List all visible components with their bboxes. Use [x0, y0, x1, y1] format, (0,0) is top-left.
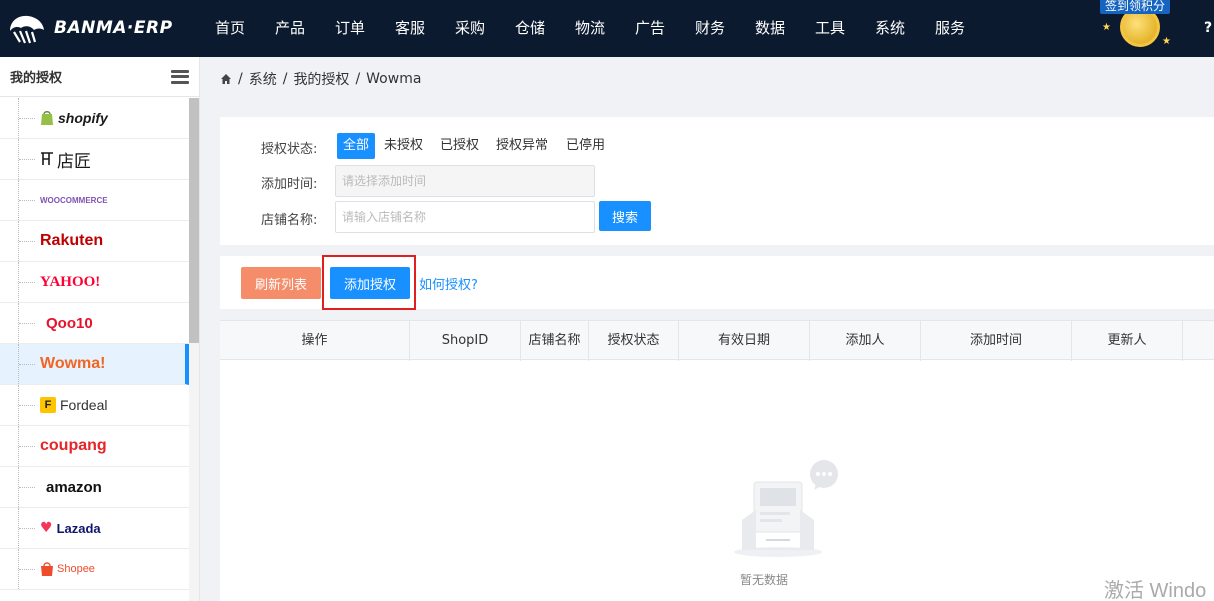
nav-item-finance[interactable]: 财务	[680, 0, 740, 57]
zebra-logo-icon	[10, 15, 44, 44]
shopee-bag-icon	[41, 562, 53, 576]
column-header-shopid: ShopID	[410, 321, 521, 361]
heart-icon: ♥	[40, 520, 53, 536]
sidebar-item-dianjiang[interactable]: 店匠	[0, 139, 189, 180]
sidebar-item-label: 店匠	[57, 151, 91, 171]
breadcrumb-separator: /	[355, 71, 361, 87]
sidebar-item-wowma[interactable]: Wowma!	[0, 344, 189, 385]
sidebar-item-woocommerce[interactable]: WOOCOMMERCE	[0, 180, 189, 221]
app-logo[interactable]: BANMA·ERP	[6, 10, 173, 46]
refresh-list-button[interactable]: 刷新列表	[241, 267, 321, 299]
shop-name-label: 店铺名称:	[261, 213, 318, 228]
column-header-shop-name: 店铺名称	[521, 321, 589, 361]
breadcrumb: / 系统 / 我的授权 / Wowma	[220, 69, 421, 89]
breadcrumb-separator: /	[238, 71, 243, 87]
sidebar-item-rakuten[interactable]: Rakuten	[0, 221, 189, 262]
nav-item-warehouse[interactable]: 仓储	[500, 0, 560, 57]
status-option-unauthorized[interactable]: 未授权	[378, 133, 429, 159]
status-option-authorized[interactable]: 已授权	[434, 133, 485, 159]
breadcrumb-my-auth[interactable]: 我的授权	[293, 69, 349, 89]
nav-item-ads[interactable]: 广告	[620, 0, 680, 57]
column-header-add-time: 添加时间	[921, 321, 1072, 361]
nav-item-system[interactable]: 系统	[860, 0, 920, 57]
status-option-all[interactable]: 全部	[337, 133, 376, 159]
sidebar-item-fordeal[interactable]: F Fordeal	[0, 385, 189, 426]
sidebar-item-yahoo[interactable]: YAHOO!	[0, 262, 189, 303]
empty-inbox-icon	[734, 460, 838, 557]
column-header-added-by: 添加人	[810, 321, 921, 361]
nav-item-logistics[interactable]: 物流	[560, 0, 620, 57]
nav-item-service[interactable]: 客服	[380, 0, 440, 57]
search-button[interactable]: 搜索	[599, 201, 651, 231]
sidebar-item-label: YAHOO!	[40, 273, 101, 290]
dianjiang-logo-icon	[41, 152, 53, 165]
nav-item-purchase[interactable]: 采购	[440, 0, 500, 57]
status-option-disabled[interactable]: 已停用	[560, 133, 611, 159]
sidebar-item-label: shopify	[58, 110, 108, 126]
sidebar-item-amazon[interactable]: amazon	[0, 467, 189, 508]
nav-item-product[interactable]: 产品	[260, 0, 320, 57]
empty-state	[720, 460, 840, 564]
column-header-auth-status: 授权状态	[589, 321, 679, 361]
sidebar-item-label: Shopee	[57, 563, 95, 575]
sidebar-header: 我的授权	[0, 57, 199, 97]
breadcrumb-current: Wowma	[366, 71, 422, 87]
sidebar-item-label: Lazada	[56, 520, 101, 536]
action-bar: 刷新列表 添加授权 如何授权?	[220, 255, 1214, 310]
checkin-widget[interactable]: ★ ★ 签到领积分	[1094, 0, 1194, 54]
nav-item-services[interactable]: 服务	[920, 0, 980, 57]
nav-item-home[interactable]: 首页	[200, 0, 260, 57]
status-option-abnormal[interactable]: 授权异常	[490, 133, 554, 159]
home-icon[interactable]	[220, 73, 232, 85]
shopify-bag-icon	[41, 111, 53, 125]
platform-list: shopify 店匠 WOOCOMMERCE Rakuten YAHOO! Qo…	[0, 98, 189, 590]
sidebar-item-label: Rakuten	[40, 232, 104, 249]
nav-item-order[interactable]: 订单	[320, 0, 380, 57]
column-header-valid-date: 有效日期	[679, 321, 810, 361]
sidebar-item-qoo10[interactable]: Qoo10	[0, 303, 189, 344]
shop-name-input[interactable]	[335, 201, 595, 233]
add-authorization-button[interactable]: 添加授权	[330, 267, 410, 299]
sidebar-item-label: Fordeal	[60, 397, 108, 413]
how-to-authorize-link[interactable]: 如何授权?	[419, 274, 478, 293]
star-icon: ★	[1162, 36, 1171, 47]
filter-panel: 授权状态: 全部 未授权 已授权 授权异常 已停用 添加时间: 店铺名称: 搜索	[220, 117, 1214, 245]
sidebar-item-label: WOOCOMMERCE	[40, 195, 108, 205]
sidebar-item-shopee[interactable]: Shopee	[0, 549, 189, 590]
sidebar-item-coupang[interactable]: coupang	[0, 426, 189, 467]
sidebar-title: 我的授权	[10, 71, 63, 86]
help-icon[interactable]: ?	[1204, 20, 1212, 36]
star-icon: ★	[1102, 22, 1111, 33]
nav-item-tools[interactable]: 工具	[800, 0, 860, 57]
sidebar-item-label: Qoo10	[46, 314, 93, 332]
checkin-label: 签到领积分	[1100, 0, 1171, 14]
auth-table: 操作 ShopID 店铺名称 授权状态 有效日期 添加人 添加时间 更新人 暂无…	[220, 320, 1214, 601]
table-header: 操作 ShopID 店铺名称 授权状态 有效日期 添加人 添加时间 更新人	[220, 320, 1214, 361]
sidebar-item-lazada[interactable]: ♥ Lazada	[0, 508, 189, 549]
time-filter-label: 添加时间:	[261, 177, 318, 192]
sidebar: 我的授权 shopify 店匠 WOOCOMMERCE Rakuten YAHO…	[0, 57, 200, 601]
add-time-picker[interactable]	[335, 165, 595, 197]
main-nav: 首页 产品 订单 客服 采购 仓储 物流 广告 财务 数据 工具 系统 服务	[200, 0, 980, 57]
breadcrumb-separator: /	[282, 71, 288, 87]
sidebar-item-label: amazon	[46, 478, 102, 496]
sidebar-item-label: coupang	[40, 437, 107, 454]
logo-text: BANMA·ERP	[54, 18, 173, 38]
empty-data-text: 暂无数据	[740, 573, 789, 587]
sidebar-item-shopify[interactable]: shopify	[0, 98, 189, 139]
breadcrumb-system[interactable]: 系统	[249, 69, 277, 89]
windows-activation-watermark: 激活 Windo	[1104, 580, 1207, 601]
sidebar-scrollbar[interactable]	[189, 98, 199, 601]
column-header-updated-by: 更新人	[1072, 321, 1183, 361]
nav-item-data[interactable]: 数据	[740, 0, 800, 57]
scrollbar-thumb[interactable]	[189, 98, 199, 343]
status-filter-label: 授权状态:	[261, 142, 318, 157]
top-navbar: BANMA·ERP 首页 产品 订单 客服 采购 仓储 物流 广告 财务 数据 …	[0, 0, 1214, 57]
column-header-actions: 操作	[220, 321, 410, 361]
fordeal-logo-icon: F	[40, 397, 56, 413]
menu-toggle-icon[interactable]	[171, 69, 189, 84]
sidebar-item-label: Wowma!	[40, 355, 106, 372]
